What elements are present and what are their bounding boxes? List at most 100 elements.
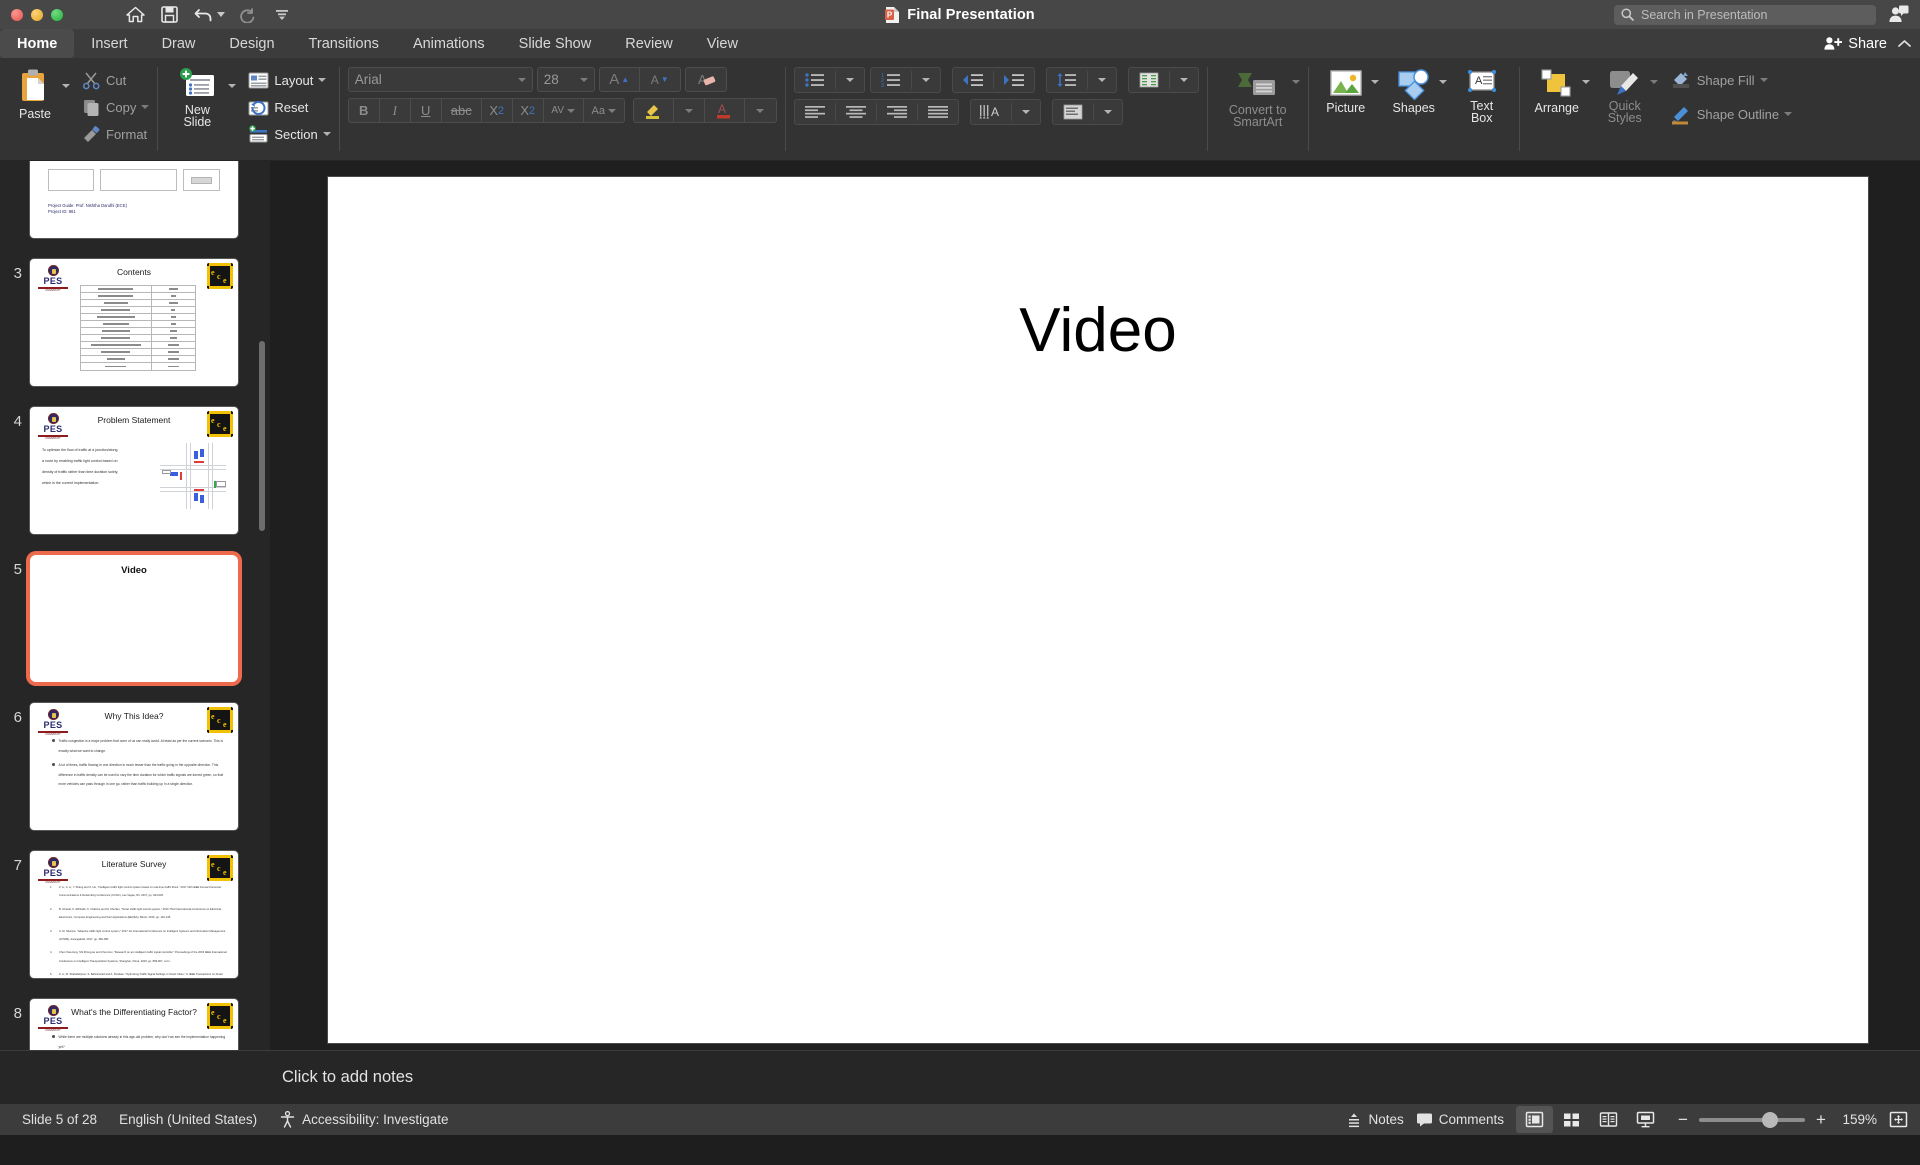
picture-dropdown-icon[interactable] [1370, 80, 1379, 102]
shape-fill-button[interactable]: Shape Fill [1670, 68, 1792, 92]
shapes-button[interactable]: Shapes [1385, 62, 1443, 115]
list-item[interactable]: 8 PES UNIVERSITY e c e What's the Differ… [0, 989, 270, 1050]
notes-toggle-button[interactable]: Notes [1346, 1112, 1404, 1128]
reset-button[interactable]: Reset [248, 95, 330, 119]
columns-button[interactable] [1129, 68, 1169, 92]
list-item[interactable]: 3 PES UNIVERSITY e c e Contents [0, 249, 270, 397]
fit-to-window-icon[interactable] [1889, 1111, 1908, 1128]
section-dropdown-icon[interactable] [322, 132, 331, 136]
reading-view-button[interactable] [1590, 1106, 1627, 1133]
undo-icon[interactable] [186, 3, 220, 27]
thumbnail-slide-7[interactable]: PES UNIVERSITY e c e Literature Survey 1.… [30, 851, 238, 978]
section-button[interactable]: Section [248, 122, 331, 146]
text-highlight-button[interactable] [634, 99, 674, 122]
layout-button[interactable]: Layout [248, 68, 330, 92]
chevron-up-icon[interactable] [1897, 38, 1912, 49]
justify-button[interactable] [918, 100, 958, 124]
columns-dropdown-button[interactable] [1170, 68, 1198, 92]
minimize-window-button[interactable] [31, 8, 43, 21]
align-left-button[interactable] [795, 100, 835, 124]
copy-dropdown-icon[interactable] [141, 105, 150, 109]
format-painter-button[interactable]: Format [82, 122, 149, 146]
layout-dropdown-icon[interactable] [318, 78, 327, 82]
clear-formatting-button[interactable]: A [686, 68, 726, 91]
highlight-dropdown-button[interactable] [674, 99, 705, 122]
thumbnail-slide-3[interactable]: PES UNIVERSITY e c e Contents [30, 259, 238, 386]
new-slide-button[interactable]: New Slide [166, 62, 228, 129]
accessibility-status[interactable]: Accessibility: Investigate [279, 1111, 448, 1128]
zoom-out-button[interactable]: − [1676, 1110, 1690, 1130]
picture-button[interactable]: Picture [1317, 62, 1375, 115]
superscript-button[interactable]: X2 [482, 99, 513, 122]
line-spacing-button[interactable] [1047, 68, 1087, 92]
tab-transitions[interactable]: Transitions [292, 29, 396, 58]
tab-review[interactable]: Review [608, 29, 690, 58]
font-color-button[interactable]: A [705, 99, 745, 122]
close-window-button[interactable] [11, 8, 23, 21]
customize-toolbar-icon[interactable] [265, 3, 299, 27]
normal-view-button[interactable] [1516, 1106, 1553, 1133]
font-color-dropdown-button[interactable] [745, 99, 776, 122]
thumbnail-scrollbar[interactable] [259, 341, 265, 531]
grow-font-button[interactable]: A ▲ [600, 68, 640, 91]
thumbnail-slide-5-selected[interactable]: Video [30, 555, 238, 682]
italic-button[interactable]: I [380, 99, 411, 122]
slide-sorter-view-button[interactable] [1553, 1106, 1590, 1133]
numbering-dropdown-button[interactable] [912, 68, 940, 92]
account-icon[interactable] [1886, 4, 1910, 26]
shrink-font-button[interactable]: A ▼ [640, 68, 680, 91]
quick-styles-dropdown-icon[interactable] [1649, 80, 1658, 102]
zoom-in-button[interactable]: + [1814, 1110, 1828, 1130]
undo-dropdown-icon[interactable] [217, 12, 225, 17]
slide-title-text[interactable]: Video [328, 295, 1868, 366]
redo-icon[interactable] [231, 3, 265, 27]
text-box-button[interactable]: A Text Box [1453, 62, 1511, 125]
align-center-button[interactable] [836, 100, 876, 124]
tab-animations[interactable]: Animations [396, 29, 502, 58]
search-input[interactable]: Search in Presentation [1614, 4, 1876, 25]
paste-button[interactable]: Paste [6, 62, 64, 121]
arrange-button[interactable]: Arrange [1528, 62, 1586, 115]
list-item[interactable]: 4 PES UNIVERSITY e c e Problem Statement… [0, 397, 270, 545]
save-icon[interactable] [152, 3, 186, 27]
text-direction-button[interactable]: A [971, 100, 1011, 124]
zoom-slider[interactable] [1699, 1111, 1805, 1128]
cut-button[interactable]: Cut [82, 68, 149, 92]
zoom-slider-handle[interactable] [1762, 1111, 1778, 1128]
tab-home[interactable]: Home [0, 29, 75, 58]
thumbnail-slide-2[interactable]: Project Guide: Prof. Nishtha Dandhi (ECE… [30, 161, 238, 238]
strikethrough-button[interactable]: abc [442, 99, 482, 122]
underline-button[interactable]: U [411, 99, 442, 122]
quick-styles-button[interactable]: Quick Styles [1596, 62, 1654, 125]
align-text-button[interactable] [1053, 100, 1093, 124]
slide-canvas[interactable]: Video [328, 177, 1868, 1043]
font-family-combobox[interactable]: Arial [347, 67, 533, 92]
convert-to-smartart-button[interactable]: Convert to SmartArt [1220, 62, 1296, 129]
shapes-dropdown-icon[interactable] [1438, 80, 1447, 102]
character-spacing-button[interactable]: AV [544, 99, 584, 122]
tab-design[interactable]: Design [212, 29, 291, 58]
smartart-dropdown-icon[interactable] [1291, 80, 1300, 102]
new-slide-dropdown-icon[interactable] [228, 84, 237, 106]
font-size-combobox[interactable]: 28 [536, 67, 595, 92]
shape-outline-dropdown-icon[interactable] [1784, 112, 1793, 116]
text-direction-dropdown-button[interactable] [1012, 100, 1040, 124]
slide-thumbnail-pane[interactable]: 2 Project Guide: Prof. Nishtha Dandhi (E… [0, 161, 270, 1050]
thumbnail-slide-4[interactable]: PES UNIVERSITY e c e Problem Statement To… [30, 407, 238, 534]
change-case-button[interactable]: Aa [584, 99, 624, 122]
numbering-button[interactable]: 123 [871, 68, 911, 92]
notes-placeholder[interactable]: Click to add notes [270, 1068, 413, 1087]
notes-pane[interactable]: Click to add notes [0, 1050, 1920, 1104]
thumbnail-slide-6[interactable]: PES UNIVERSITY e c e Why This Idea? Traff… [30, 703, 238, 830]
list-item[interactable]: 7 PES UNIVERSITY e c e Literature Survey… [0, 841, 270, 989]
bullets-button[interactable] [795, 68, 835, 92]
language-indicator[interactable]: English (United States) [119, 1112, 257, 1127]
list-item[interactable]: 6 PES UNIVERSITY e c e Why This Idea? Tr… [0, 693, 270, 841]
chevron-down-icon[interactable] [579, 77, 588, 82]
align-text-dropdown-button[interactable] [1094, 100, 1122, 124]
maximize-window-button[interactable] [51, 8, 63, 21]
line-spacing-dropdown-button[interactable] [1088, 68, 1116, 92]
shape-outline-button[interactable]: Shape Outline [1670, 102, 1793, 126]
tab-draw[interactable]: Draw [145, 29, 213, 58]
increase-indent-button[interactable] [994, 68, 1034, 92]
